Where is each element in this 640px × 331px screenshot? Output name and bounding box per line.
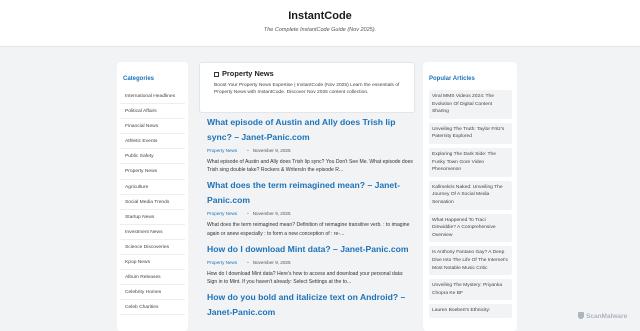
post-list: What episode of Austin and Ally does Tri… — [207, 115, 413, 324]
popular-articles-sidebar: Popular Articles Viral MMS Videos 2024: … — [423, 62, 517, 331]
watermark-text: ScanMalware — [586, 313, 628, 320]
site-tagline: The Complete InstantCode Guide (Nov 2025… — [263, 27, 377, 33]
post-date: November 9, 2025 — [247, 260, 290, 265]
popular-article-link[interactable]: Kallmekris Naked: Unveiling The Journey … — [429, 180, 512, 210]
category-link-science-discoveries[interactable]: Science Discoveries — [120, 240, 185, 256]
category-link-startup-news[interactable]: Startup News — [120, 210, 185, 225]
post-meta: Property News November 9, 2025 — [207, 210, 413, 220]
post-item: What episode of Austin and Ally does Tri… — [207, 115, 413, 174]
post-title-link[interactable]: How do you bold and italicize text on An… — [207, 290, 413, 320]
post-excerpt: How do I download Mint data? Here's how … — [207, 270, 404, 286]
category-link-international-headlines[interactable]: International Headlines — [120, 89, 185, 105]
popular-article-link[interactable]: Exploring The Dark Side: The Funky Town … — [429, 147, 512, 177]
category-header-box: Property News Boost Your Property News E… — [199, 62, 415, 113]
category-link-financial-news[interactable]: Financial News — [120, 119, 185, 135]
post-meta: Property News November 9, 2025 — [207, 147, 413, 157]
post-title-link[interactable]: What does the term reimagined mean? – Ja… — [207, 178, 413, 208]
popular-articles-list: Viral MMS Videos 2024: The Evolution Of … — [429, 90, 512, 322]
category-link-social-media-trends[interactable]: Social Media Trends — [120, 195, 185, 210]
categories-list: International Headlines Political Affair… — [120, 89, 185, 316]
category-description: Boost Your Property News Expertise | Ins… — [214, 83, 400, 95]
categories-heading: Categories — [123, 76, 155, 82]
popular-article-link[interactable]: What Happened To Traci Dinwiddie? A Comp… — [429, 213, 512, 243]
post-date: November 9, 2025 — [247, 148, 290, 153]
post-item: How do you bold and italicize text on An… — [207, 290, 413, 320]
popular-articles-heading: Popular Articles — [429, 76, 475, 82]
category-title-row: Property News — [214, 69, 274, 78]
shield-icon — [578, 312, 584, 319]
scanmalware-watermark: ScanMalware — [578, 312, 627, 320]
categories-sidebar: Categories International Headlines Polit… — [117, 62, 188, 331]
post-item: How do I download Mint data? – Janet-Pan… — [207, 242, 413, 286]
category-link-political-affairs[interactable]: Political Affairs — [120, 104, 185, 120]
popular-article-link[interactable]: Unveiling The Truth: Taylor Fritz's Pate… — [429, 122, 512, 144]
popular-article-link[interactable]: Is Anthony Fantano Gay? A Deep Dive Into… — [429, 246, 512, 276]
category-link-celeb-charities[interactable]: Celeb Charities — [120, 300, 185, 316]
site-header: InstantCode The Complete InstantCode Gui… — [0, 0, 640, 47]
popular-article-link[interactable]: Lauren Boebert's Ethnicity: — [429, 304, 512, 318]
site-title[interactable]: InstantCode — [0, 10, 640, 22]
post-date: November 9, 2025 — [247, 211, 290, 216]
post-category-link[interactable]: Property News — [207, 148, 237, 153]
category-link-agriculture[interactable]: Agriculture — [120, 180, 185, 195]
category-link-investment-news[interactable]: Investment News — [120, 225, 185, 240]
popular-article-link[interactable]: Unveiling The Mystery: Priyanka Chopra K… — [429, 279, 512, 301]
category-link-celebrity-homes[interactable]: Celebrity Homes — [120, 285, 185, 301]
post-category-link[interactable]: Property News — [207, 211, 237, 216]
category-link-album-releases[interactable]: Album Releases — [120, 270, 185, 286]
popular-article-link[interactable]: Viral MMS Videos 2024: The Evolution Of … — [429, 90, 512, 119]
category-link-athletic-events[interactable]: Athletic Events — [120, 134, 185, 150]
post-title-link[interactable]: What episode of Austin and Ally does Tri… — [207, 115, 413, 145]
post-excerpt: What episode of Austin and Ally does Tri… — [207, 159, 413, 174]
post-excerpt: What does the term reimagined mean? Defi… — [207, 222, 410, 237]
post-category-link[interactable]: Property News — [207, 260, 237, 265]
post-meta: Property News November 9, 2025 — [207, 259, 413, 269]
category-link-public-safety[interactable]: Public Safety — [120, 149, 185, 165]
main-content: Property News Boost Your Property News E… — [199, 62, 415, 331]
category-link-kpop-news[interactable]: Kpop News — [120, 255, 185, 271]
folder-icon — [214, 71, 219, 77]
category-link-property-news[interactable]: Property News — [120, 164, 185, 180]
category-title: Property News — [222, 69, 274, 78]
post-item: What does the term reimagined mean? – Ja… — [207, 178, 413, 237]
post-title-link[interactable]: How do I download Mint data? – Janet-Pan… — [207, 242, 413, 257]
